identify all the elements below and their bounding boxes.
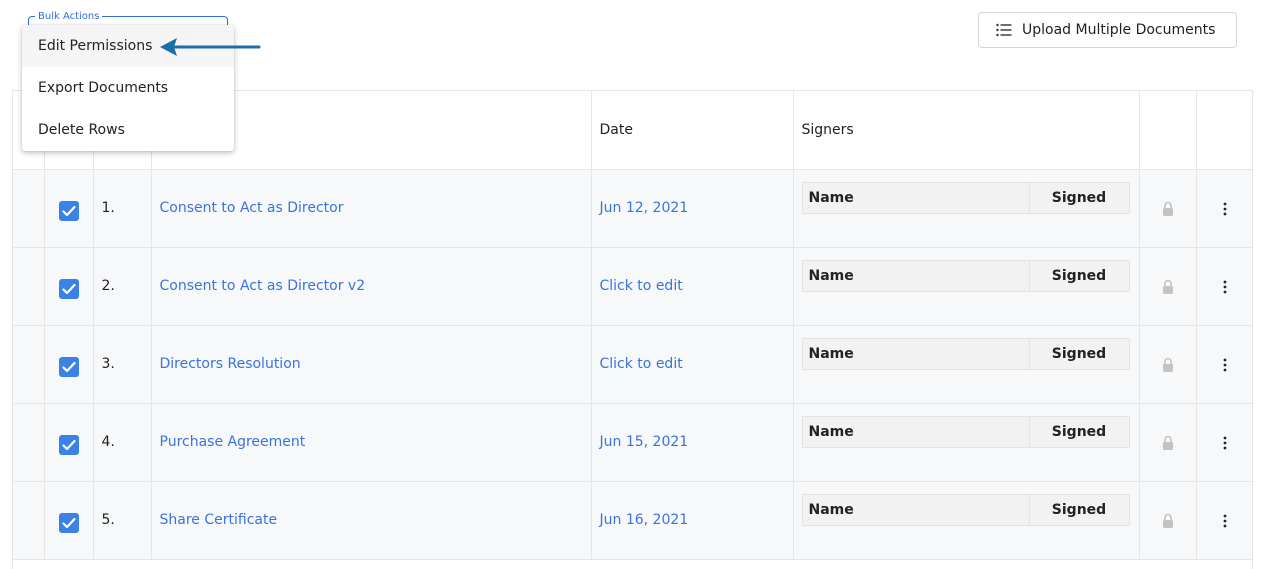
row-checkbox[interactable] — [58, 201, 79, 221]
signer-name-header: Name — [803, 494, 1030, 525]
row-number: 3. — [93, 325, 152, 404]
row-number: 2. — [93, 247, 152, 326]
signers-cell: Name Signed — [793, 169, 1140, 248]
table-row: 3. Directors Resolution Click to edit Na… — [13, 325, 1252, 404]
header-menu — [1196, 91, 1252, 170]
menu-item-delete-rows[interactable]: Delete Rows — [22, 109, 234, 151]
more-options-icon[interactable] — [1223, 514, 1227, 528]
row-edge — [13, 325, 45, 404]
header-date: Date — [591, 91, 794, 170]
more-options-icon[interactable] — [1223, 202, 1227, 216]
signers-cell: Name Signed — [793, 481, 1140, 560]
signer-table: Name Signed — [801, 493, 1130, 526]
more-options-icon[interactable] — [1223, 280, 1227, 294]
row-select-cell — [44, 403, 94, 482]
table-row: 4. Purchase Agreement Jun 15, 2021 Name … — [13, 403, 1252, 482]
table-row: 5. Share Certificate Jun 16, 2021 Name S… — [13, 481, 1252, 560]
upload-multiple-documents-button[interactable]: Upload Multiple Documents — [978, 12, 1237, 48]
lock-cell — [1139, 247, 1197, 326]
date-field[interactable]: Click to edit — [591, 325, 794, 404]
lock-icon[interactable] — [1162, 513, 1174, 529]
row-menu-cell — [1196, 169, 1252, 248]
row-number: 5. — [93, 481, 152, 560]
annotation-arrow-icon — [160, 38, 261, 56]
document-link[interactable]: Directors Resolution — [151, 325, 592, 404]
lock-cell — [1139, 481, 1197, 560]
row-number: 1. — [93, 169, 152, 248]
row-checkbox[interactable] — [58, 279, 79, 299]
signer-table: Name Signed — [801, 415, 1130, 448]
signers-cell: Name Signed — [793, 403, 1140, 482]
check-icon — [61, 205, 76, 217]
row-edge — [13, 169, 45, 248]
row-menu-cell — [1196, 403, 1252, 482]
signer-signed-header: Signed — [1051, 423, 1107, 440]
table-row: 2. Consent to Act as Director v2 Click t… — [13, 247, 1252, 326]
header-lock — [1139, 91, 1197, 170]
more-options-icon[interactable] — [1223, 436, 1227, 450]
check-icon — [61, 517, 76, 529]
bulk-actions-label: Bulk Actions — [35, 11, 103, 23]
lock-icon[interactable] — [1162, 279, 1174, 295]
signer-name-header: Name — [803, 182, 1030, 213]
signer-signed-header: Signed — [1051, 501, 1107, 518]
lock-icon[interactable] — [1162, 201, 1174, 217]
documents-table: Date Signers 1. Consent to Act as Direct… — [12, 90, 1253, 569]
row-select-cell — [44, 169, 94, 248]
signer-signed-header: Signed — [1051, 267, 1107, 284]
row-menu-cell — [1196, 325, 1252, 404]
more-options-icon[interactable] — [1223, 358, 1227, 372]
signer-table: Name Signed — [801, 259, 1130, 292]
signers-cell: Name Signed — [793, 247, 1140, 326]
lock-cell — [1139, 325, 1197, 404]
signer-table: Name Signed — [801, 181, 1130, 214]
date-field[interactable]: Jun 12, 2021 — [591, 169, 794, 248]
lock-icon[interactable] — [1162, 357, 1174, 373]
row-select-cell — [44, 481, 94, 560]
signer-name-header: Name — [803, 260, 1030, 291]
row-checkbox[interactable] — [58, 357, 79, 377]
check-icon — [61, 283, 76, 295]
signer-name-header: Name — [803, 338, 1030, 369]
row-checkbox[interactable] — [58, 435, 79, 455]
row-menu-cell — [1196, 481, 1252, 560]
date-field[interactable]: Click to edit — [591, 247, 794, 326]
row-select-cell — [44, 325, 94, 404]
row-checkbox[interactable] — [58, 513, 79, 533]
row-select-cell — [44, 247, 94, 326]
signer-signed-header: Signed — [1051, 189, 1107, 206]
lock-cell — [1139, 403, 1197, 482]
row-edge — [13, 481, 45, 560]
upload-button-label: Upload Multiple Documents — [1022, 22, 1216, 38]
lock-icon[interactable] — [1162, 435, 1174, 451]
row-edge — [13, 403, 45, 482]
lock-cell — [1139, 169, 1197, 248]
signer-name-header: Name — [803, 416, 1030, 447]
check-icon — [61, 361, 76, 373]
signer-signed-header: Signed — [1051, 345, 1107, 362]
signers-cell: Name Signed — [793, 325, 1140, 404]
row-number: 4. — [93, 403, 152, 482]
header-signers: Signers — [793, 91, 1140, 170]
list-icon — [996, 23, 1012, 37]
date-field[interactable]: Jun 16, 2021 — [591, 481, 794, 560]
document-link[interactable]: Purchase Agreement — [151, 403, 592, 482]
row-menu-cell — [1196, 247, 1252, 326]
document-link[interactable]: Consent to Act as Director — [151, 169, 592, 248]
document-link[interactable]: Share Certificate — [151, 481, 592, 560]
menu-item-export-documents[interactable]: Export Documents — [22, 67, 234, 109]
row-edge — [13, 247, 45, 326]
documents-page: Upload Multiple Documents Date Signers 1… — [0, 0, 1266, 569]
document-link[interactable]: Consent to Act as Director v2 — [151, 247, 592, 326]
signer-table: Name Signed — [801, 337, 1130, 370]
table-row: 1. Consent to Act as Director Jun 12, 20… — [13, 169, 1252, 248]
date-field[interactable]: Jun 15, 2021 — [591, 403, 794, 482]
check-icon — [61, 439, 76, 451]
